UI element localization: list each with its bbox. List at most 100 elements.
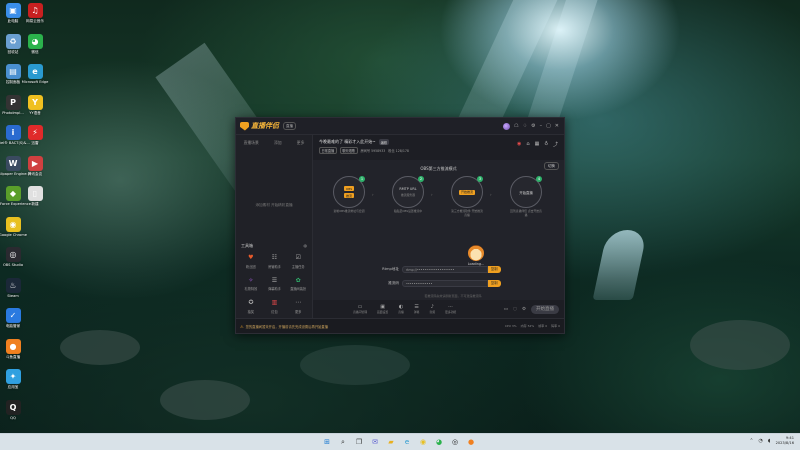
search-icon[interactable]: ⌕ — [338, 437, 348, 447]
rock — [300, 345, 410, 385]
step-title: 开始直播 — [519, 190, 533, 195]
mic-icon[interactable]: ◌ — [513, 307, 517, 312]
desktop-icon[interactable]: ◕ 微信 — [22, 33, 48, 64]
desktop-icon[interactable]: Y YY语音 — [22, 94, 48, 125]
share-icon[interactable]: ⤴ — [553, 141, 558, 148]
clock[interactable]: 9:41 2023/8/16 — [776, 436, 794, 446]
rock — [690, 320, 790, 370]
bottom-tool[interactable]: ☰ 弹幕 — [414, 304, 420, 315]
stream-key-field[interactable]: •••••••••••••• — [402, 280, 488, 287]
window-controls: ☖ ♢ ⚙ – ▢ ✕ — [503, 122, 559, 130]
task-view-icon[interactable]: ❐ — [354, 437, 364, 447]
mascot-icon — [468, 245, 484, 261]
bottom-tool[interactable]: ⋯ 更多功能 — [445, 304, 456, 315]
desktop-icon[interactable]: ♨ Steam — [0, 277, 26, 308]
toolbox-item[interactable]: ☷ 房管助手 — [263, 254, 287, 269]
toolbox-item[interactable]: ♥ 粉丝团 — [239, 254, 263, 269]
bottom-tool[interactable]: ▣ 画面设置 — [377, 304, 388, 315]
scene-tab[interactable]: 更多 — [297, 140, 305, 146]
bottom-tool[interactable]: ◐ 直播 — [398, 304, 404, 315]
recycle-bin-icon: ♻ — [5, 33, 21, 49]
toolbox-item[interactable]: ☑ 主播任务 — [286, 254, 310, 269]
volume-icon[interactable]: ◖ — [768, 438, 771, 444]
toolbox-item-label: 粉丝团 — [246, 264, 256, 269]
wechat-icon[interactable]: ◕ — [434, 437, 444, 447]
copy-rtmp-button[interactable]: 复制 — [488, 266, 501, 273]
room-meta: 日常直播 聊天唱歌 房间号 5958933 粉丝 128/178 — [319, 147, 558, 155]
desktop-icon[interactable]: Q QQ — [0, 399, 26, 430]
toolbox-item[interactable]: ✿ 直播间装扮 — [286, 277, 310, 292]
switch-mode-button[interactable]: 切换 — [543, 162, 559, 171]
desktop-icon[interactable]: ✦ 应用宝 — [0, 369, 26, 399]
push-step: 1 OBS 推流 复制OBS推流地址与密钥 — [333, 176, 365, 214]
toolbox-item[interactable]: ✧ 礼物特效 — [239, 277, 263, 292]
loading-indicator: Loading... — [462, 245, 490, 266]
bottom-tool[interactable]: ♪ 音频 — [429, 304, 435, 315]
edit-title-button[interactable]: 编辑 — [378, 139, 389, 145]
bottom-tool-label: 弹幕 — [413, 310, 420, 315]
scene-tab[interactable]: 直播场景 — [244, 140, 259, 146]
rtmp-field[interactable]: rtmp://•••••••••••••••••••• — [402, 266, 488, 273]
settings-icon[interactable]: ⚙ — [531, 123, 535, 129]
chrome-icon[interactable]: ◉ — [418, 437, 428, 447]
copy-key-button[interactable]: 复制 — [488, 280, 501, 287]
start-live-button[interactable]: 开始直播 — [531, 304, 559, 314]
stage-title: OBS第三方推流模式 — [420, 166, 457, 171]
desktop-icon[interactable]: ▯ 新建 — [22, 186, 48, 216]
toolbox-item[interactable]: ✪ 抽奖 — [239, 299, 263, 314]
maximize-icon[interactable]: ▢ — [546, 123, 551, 129]
chat-icon[interactable]: ✉ — [370, 437, 380, 447]
desktop-icon[interactable]: ♫ 网易云音乐 — [22, 3, 48, 33]
step-circle: 2 RMTP URL 推流服务器 — [392, 176, 424, 208]
room-tag[interactable]: 聊天唱歌 — [339, 147, 358, 155]
chrome-icon: ◉ — [5, 216, 21, 232]
edge-icon[interactable]: e — [402, 437, 412, 447]
user-avatar[interactable] — [503, 122, 511, 130]
windows-start-icon[interactable]: ⊞ — [322, 437, 332, 447]
step-caption: 复制OBS推流地址与密钥 — [333, 209, 365, 213]
toolbox-item-label: 更多 — [294, 309, 302, 314]
step-number: 3 — [477, 176, 483, 182]
toolbox-settings-icon[interactable]: ◎ — [304, 243, 308, 249]
desktop-icon[interactable]: ◉ Google Chrome — [0, 216, 27, 247]
toolbox-item[interactable]: ⋯ 更多 — [286, 299, 310, 314]
room-tag[interactable]: 日常直播 — [319, 147, 337, 155]
bottom-tool[interactable]: ▭ 直播间管理 — [353, 304, 367, 315]
more-func-icon: ⋯ — [448, 303, 454, 310]
obs-icon[interactable]: ◎ — [450, 437, 460, 447]
tray-chevron-icon[interactable]: ⌃ — [749, 438, 753, 444]
main-area: 今晚最难的了 精彩才入此开始~ 编辑 日常直播 聊天唱歌 房间号 5958933… — [313, 135, 564, 318]
desktop-icon[interactable]: e Microsoft Edge — [22, 64, 48, 94]
gift-icon[interactable]: ☖ — [514, 123, 518, 129]
app-title: 直播伴侣 — [251, 122, 279, 130]
file-explorer-icon[interactable]: ▰ — [386, 437, 396, 447]
notification-icon[interactable]: ♁ — [544, 141, 548, 148]
pc-manager-icon: ✓ — [5, 308, 21, 323]
app-badge[interactable]: 直播 — [283, 122, 296, 130]
settings-gear-icon[interactable]: ⚙ — [522, 307, 526, 312]
camera-icon[interactable]: ▭ — [504, 307, 508, 312]
room-title[interactable]: 今晚最难的了 精彩才入此开始~ — [319, 139, 376, 145]
shirt-icon[interactable]: ♢ — [523, 123, 527, 129]
rtmp-row: Rtmp地址 rtmp://•••••••••••••••••••• 复制 — [373, 266, 501, 273]
danmu-bar-icon: ☰ — [414, 303, 419, 310]
desktop-icon[interactable]: ▶ 腾讯会议 — [22, 155, 48, 186]
close-icon[interactable]: ✕ — [555, 123, 559, 129]
lock-icon[interactable]: ⌂ — [526, 141, 529, 148]
rock — [60, 330, 140, 365]
desktop-icon[interactable]: ✓ 电脑管家 — [0, 308, 26, 338]
desktop-icon[interactable]: ◎ OBS Studio — [0, 247, 26, 277]
network-icon[interactable]: ◔ — [759, 438, 763, 444]
toolbox-item[interactable]: ☰ 弹幕助手 — [263, 277, 287, 292]
desktop-icon[interactable]: ● 斗鱼直播 — [0, 338, 26, 369]
toolbox-item[interactable]: ▥ 红包 — [263, 299, 287, 314]
live-record-icon[interactable]: ◉ — [517, 141, 521, 148]
share-grid-icon[interactable]: ▦ — [535, 141, 540, 148]
bottom-items: ▭ 直播间管理 ▣ 画面设置 ◐ 直播 ☰ 弹幕 ♪ 音频 ⋯ 更多功能 — [353, 304, 456, 315]
desktop-icon[interactable]: ⚡ 迅雷 — [22, 125, 48, 155]
waterfall — [592, 230, 648, 300]
minimize-icon[interactable]: – — [540, 123, 543, 129]
scene-tab[interactable]: 添加 — [274, 140, 282, 146]
douyu-icon[interactable]: ● — [466, 437, 476, 447]
desktop-icon-label: Steam — [7, 293, 19, 298]
